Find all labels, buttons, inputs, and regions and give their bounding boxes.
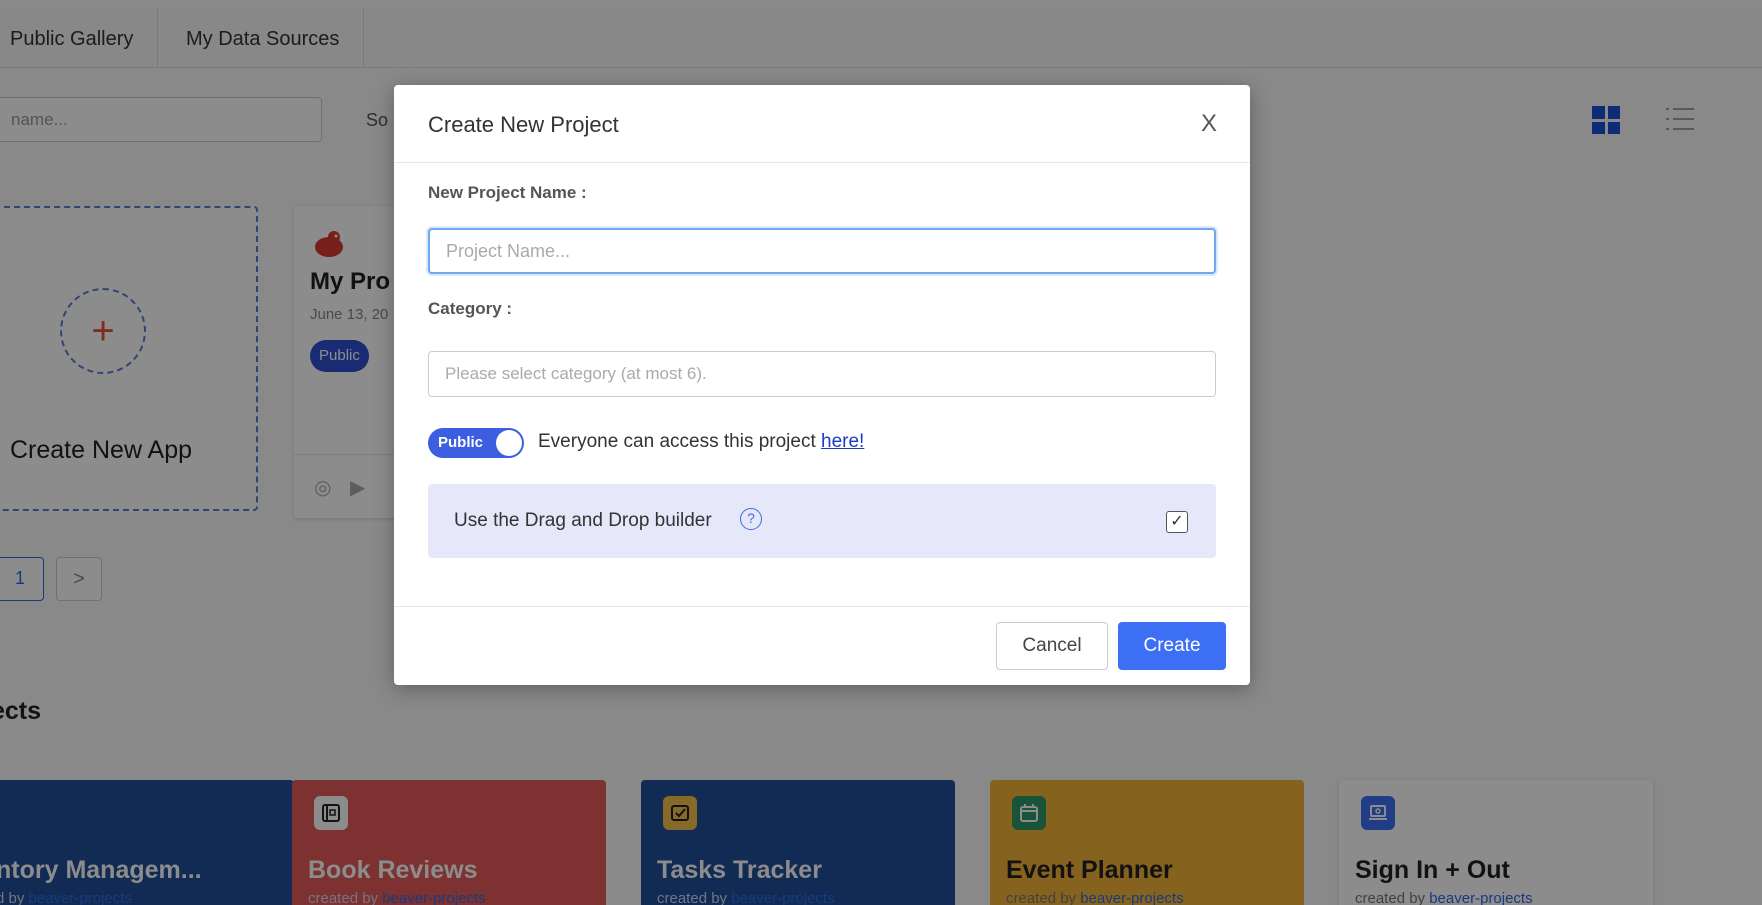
drag-drop-checkbox[interactable]: ✓ <box>1166 511 1188 533</box>
access-here-link[interactable]: here! <box>821 431 864 452</box>
public-toggle[interactable]: Public <box>428 428 524 458</box>
help-icon[interactable]: ? <box>740 508 762 530</box>
dialog-footer: Cancel Create <box>394 606 1250 685</box>
project-name-input[interactable] <box>428 228 1216 274</box>
dialog-header: Create New Project X <box>394 85 1250 163</box>
close-icon[interactable]: X <box>1194 109 1224 139</box>
cancel-button[interactable]: Cancel <box>996 622 1108 670</box>
category-label: Category : <box>428 299 513 318</box>
access-description: Everyone can access this project here! <box>538 431 865 452</box>
drag-drop-option: Use the Drag and Drop builder ? ✓ <box>428 484 1216 558</box>
project-name-label: New Project Name : <box>428 183 587 202</box>
dialog-title: Create New Project <box>428 112 619 137</box>
drag-drop-label: Use the Drag and Drop builder <box>454 510 712 531</box>
toggle-knob <box>496 430 522 456</box>
create-button[interactable]: Create <box>1118 622 1226 670</box>
app-page: Public Gallery My Data Sources name... S… <box>0 0 1762 905</box>
category-select[interactable]: Please select category (at most 6). <box>428 351 1216 397</box>
create-project-dialog: Create New Project X New Project Name : … <box>394 85 1250 685</box>
toggle-label: Public <box>438 434 484 451</box>
